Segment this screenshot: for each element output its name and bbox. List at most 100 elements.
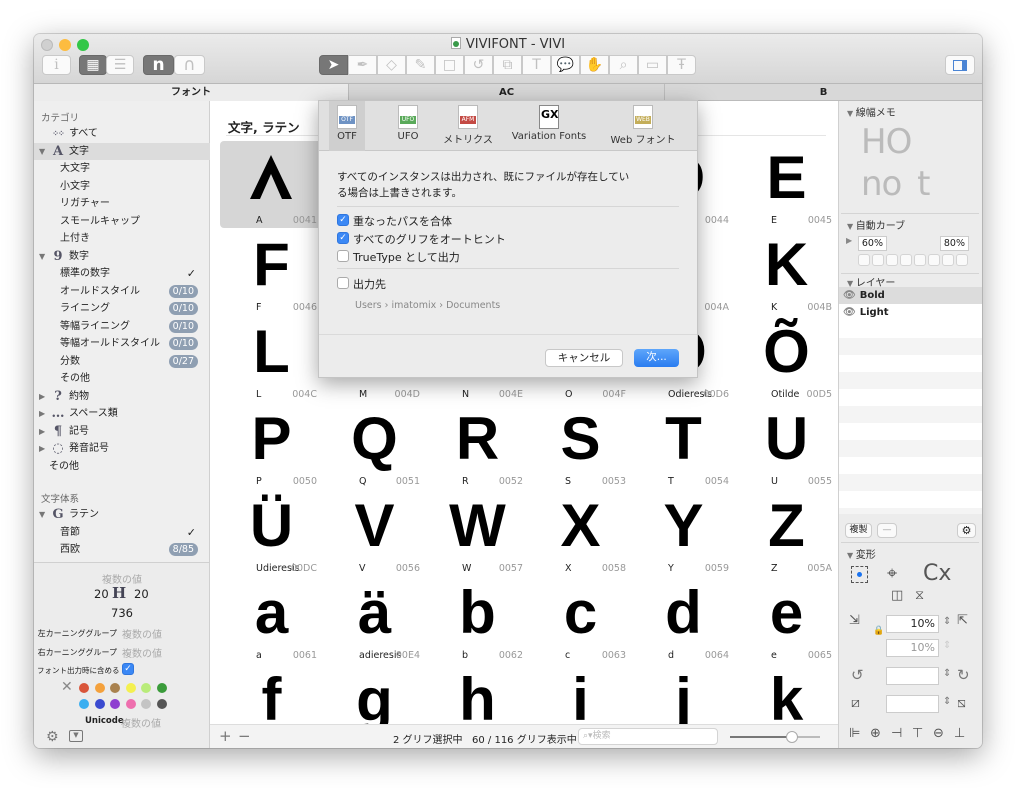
sidebar-item[interactable]: ▼ A 文字 xyxy=(34,142,210,160)
layer-row[interactable]: 👁 Bold xyxy=(839,287,982,304)
disclosure-triangle-icon[interactable]: ▼ xyxy=(39,248,45,265)
gear-icon[interactable]: ⚙ xyxy=(46,729,59,745)
autocurve-preset-button[interactable] xyxy=(900,254,912,266)
sidebar-item[interactable]: 標準の数字 ✓ xyxy=(34,265,210,282)
next-button[interactable]: 次... xyxy=(634,349,679,367)
glyph-cell[interactable]: ä adieresis 00E4 xyxy=(323,576,426,663)
duplicate-layer-button[interactable]: 複製 xyxy=(845,523,872,538)
sidebar-item[interactable]: 小文字 xyxy=(34,178,210,195)
sidebar-item[interactable]: 分数 0/27 xyxy=(34,353,210,370)
type-tool[interactable]: Ŧ xyxy=(667,55,696,75)
color-label-swatch[interactable] xyxy=(94,683,105,693)
glyph-cell[interactable]: Z Z 005A xyxy=(735,489,838,576)
measure-tool[interactable]: ▭ xyxy=(638,55,667,75)
flip-horizontal-icon[interactable]: ◫ xyxy=(891,588,903,603)
rotate-input[interactable] xyxy=(886,667,939,685)
select-tool[interactable]: ➤ xyxy=(319,55,348,75)
color-label-swatch[interactable] xyxy=(141,699,151,709)
color-label-swatch[interactable] xyxy=(141,683,151,693)
pencil-tool[interactable]: ✎ xyxy=(406,55,435,75)
autocurve-header[interactable]: 自動カーブ xyxy=(847,217,905,232)
color-label-swatch[interactable] xyxy=(156,683,167,693)
glyph-cell[interactable]: T T 0054 xyxy=(632,402,735,489)
layer-row[interactable]: 👁 Light xyxy=(839,304,982,321)
color-label-swatch[interactable] xyxy=(156,699,167,709)
autocurve-preset-button[interactable] xyxy=(942,254,954,266)
align-left-icon[interactable]: ⊫ xyxy=(849,726,860,741)
color-label-swatch[interactable] xyxy=(79,699,89,709)
option-checkbox[interactable] xyxy=(337,250,349,262)
glyph-cell[interactable]: U U 0055 xyxy=(735,402,838,489)
left-kerning-field[interactable]: 複数の値 xyxy=(122,626,162,641)
zoom-slider-thumb[interactable] xyxy=(786,731,798,743)
autocurve-preset-button[interactable] xyxy=(872,254,884,266)
hand-tool[interactable]: ✋ xyxy=(580,55,609,75)
slant-input[interactable] xyxy=(886,695,939,713)
layer-gear-button[interactable]: ⚙ xyxy=(957,523,976,538)
rotate-ccw-icon[interactable]: ↺ xyxy=(851,666,864,684)
export-tab-afm[interactable]: AFM メトリクス xyxy=(439,101,497,151)
autocurve-preset-button[interactable] xyxy=(886,254,898,266)
glyph-cell[interactable]: F F 0046 xyxy=(220,228,323,315)
sidebar-item[interactable]: 上付き xyxy=(34,230,210,247)
align-center-h-icon[interactable]: ⊕ xyxy=(870,726,881,741)
eye-icon[interactable]: 👁 xyxy=(843,290,856,301)
outline-preview-button[interactable]: ∩ xyxy=(174,55,205,75)
option-checkbox[interactable]: ✓ xyxy=(337,214,349,226)
text-tool[interactable]: T xyxy=(522,55,551,75)
disclosure-triangle-icon[interactable]: ▼ xyxy=(39,506,45,523)
glyph-cell[interactable]: Ü Udieresis 00DC xyxy=(220,489,323,576)
glyph-cell[interactable]: V V 0056 xyxy=(323,489,426,576)
crosshair-icon[interactable]: ⌖ xyxy=(887,563,897,584)
glyph-cell[interactable]: S S 0053 xyxy=(529,402,632,489)
sidebar-item[interactable]: ▼ G ラテン xyxy=(34,506,210,523)
eye-icon[interactable]: 👁 xyxy=(843,307,856,318)
sidebar-item[interactable]: 大文字 xyxy=(34,160,210,177)
play-icon[interactable]: ▶ xyxy=(846,236,852,245)
add-glyph-button[interactable]: + xyxy=(219,727,232,745)
tab-font[interactable]: フォント xyxy=(34,84,349,101)
option-checkbox[interactable]: ✓ xyxy=(337,232,349,244)
export-tab-web[interactable]: WEB Web フォント xyxy=(599,101,687,151)
scale-x-input[interactable]: 10% xyxy=(886,615,939,633)
unicode-field[interactable]: 複数の値 xyxy=(121,715,161,730)
sidebar-item[interactable]: ▶ ¶ 記号 xyxy=(34,423,210,440)
autocurve-preset-button[interactable] xyxy=(858,254,870,266)
stem-header[interactable]: 線幅メモ xyxy=(847,104,896,119)
remove-glyph-button[interactable]: − xyxy=(238,727,251,745)
sidebar-item[interactable]: ⁘⁘ すべて xyxy=(34,125,210,142)
sidebar-item[interactable]: その他 xyxy=(34,458,210,475)
glyph-cell[interactable]: X X 0058 xyxy=(529,489,632,576)
glyph-cell[interactable]: a a 0061 xyxy=(220,576,323,663)
remove-layer-button[interactable]: — xyxy=(877,523,897,538)
rotate-cw-icon[interactable]: ↻ xyxy=(957,666,970,684)
glyph-cell[interactable]: W W 0057 xyxy=(426,489,529,576)
slant-right-icon[interactable]: ⧅ xyxy=(957,695,966,711)
sidebar-item[interactable]: その他 xyxy=(34,370,210,387)
align-bottom-icon[interactable]: ⊥ xyxy=(954,726,965,741)
glyph-cell[interactable]: Q Q 0051 xyxy=(323,402,426,489)
color-label-swatch[interactable] xyxy=(110,683,120,693)
scale-y-input[interactable]: 10% xyxy=(886,639,939,657)
list-view-button[interactable]: ☰ xyxy=(106,55,134,75)
align-right-icon[interactable]: ⊣ xyxy=(891,726,902,741)
filled-preview-button[interactable]: n xyxy=(143,55,174,75)
tab-ac[interactable]: AC xyxy=(349,84,665,101)
slant-left-icon[interactable]: ⧄ xyxy=(851,695,860,711)
sidebar-item[interactable]: リガチャー xyxy=(34,195,210,212)
no-color-icon[interactable]: ✕ xyxy=(61,679,73,695)
glyph-cell[interactable]: L L 004C xyxy=(220,315,323,402)
export-tab-gx[interactable]: GX Variation Fonts xyxy=(509,101,589,151)
sidebar-item[interactable]: 西欧 8/85 xyxy=(34,541,210,558)
sidebar-item[interactable]: ▶? 約物 xyxy=(34,388,210,405)
disclosure-triangle-icon[interactable]: ▶ xyxy=(39,423,45,440)
draw-tool[interactable]: ✒ xyxy=(348,55,377,75)
color-label-swatch[interactable] xyxy=(110,699,120,709)
right-kerning-field[interactable]: 複数の値 xyxy=(122,645,162,660)
annotation-tool[interactable]: 💬 xyxy=(551,55,580,75)
glyph-cell[interactable]: b b 0062 xyxy=(426,576,529,663)
sidebar-item[interactable]: ▼ 9 数字 xyxy=(34,248,210,265)
eraser-tool[interactable]: ◇ xyxy=(377,55,406,75)
color-label-swatch[interactable] xyxy=(79,683,89,693)
curve-min-input[interactable]: 60% xyxy=(858,236,887,251)
